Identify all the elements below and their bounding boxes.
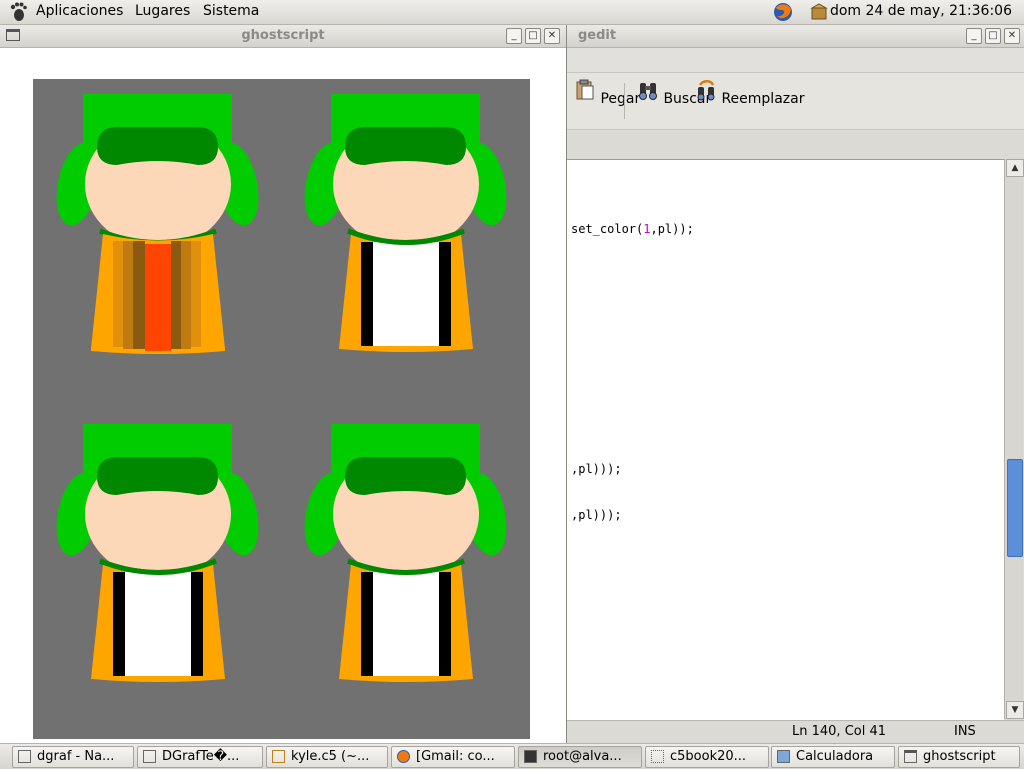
terminal-icon [524,750,537,763]
menu-aplicaciones[interactable]: Aplicaciones [36,3,123,19]
statusbar: Ln 140, Col 41 INS [566,720,1024,743]
package-update-icon[interactable] [810,3,828,21]
gedit-menubar [566,48,1024,73]
text-editor-icon [272,750,285,763]
taskbar-item-kyle-c5[interactable]: kyle.c5 (~... [266,746,388,768]
firefox-icon [397,750,410,763]
ghostscript-titlebar[interactable]: ghostscript _ □ ✕ [0,25,566,48]
toolbar-separator [624,83,625,119]
binoculars-icon [639,83,657,100]
kyle-drawing [33,79,530,682]
scroll-up-arrow-icon[interactable]: ▲ [1006,159,1024,177]
maximize-button[interactable]: □ [525,28,541,44]
maximize-button[interactable]: □ [985,28,1001,44]
insert-mode: INS [954,724,976,739]
gedit-window: gedit _ □ ✕ Pegar Buscar Reemplazar set_… [566,25,1024,743]
replace-button[interactable]: Reemplazar [695,79,804,107]
scroll-down-arrow-icon[interactable]: ▼ [1006,701,1024,719]
gedit-titlebar[interactable]: gedit _ □ ✕ [566,25,1024,48]
close-button[interactable]: ✕ [544,28,560,44]
taskbar-item-ghostscript[interactable]: ghostscript [898,746,1020,768]
taskbar-item-dgrafte[interactable]: DGrafTe�... [137,746,263,768]
document-tabbar [566,130,1024,158]
menu-lugares[interactable]: Lugares [135,3,190,19]
minimize-button[interactable]: _ [966,28,982,44]
kyle-figure-3 [50,424,266,682]
rendered-page [33,79,530,739]
gnome-foot-icon[interactable] [9,2,27,22]
vertical-scrollbar[interactable]: ▲ ▼ [1004,159,1024,719]
taskbar-item-terminal[interactable]: root@alva... [518,746,642,768]
kyle-figure-2 [298,94,514,352]
cursor-position: Ln 140, Col 41 [792,724,887,739]
find-replace-icon [697,80,715,101]
ghostscript-window: ghostscript _ □ ✕ [0,25,567,743]
taskbar-item-calculadora[interactable]: Calculadora [771,746,895,768]
document-icon [143,750,156,763]
taskbar-item-dgraf[interactable]: dgraf - Na... [12,746,134,768]
menu-sistema[interactable]: Sistema [203,3,259,19]
firefox-icon[interactable] [773,2,793,22]
kyle-figure-4 [298,424,514,682]
document-icon [651,750,664,763]
window-title: gedit [578,28,617,43]
code-line: ,pl))); [571,462,622,476]
taskbar-item-c5book[interactable]: c5book20... [645,746,769,768]
code-line: set_color(1,pl)); [571,222,694,236]
close-button[interactable]: ✕ [1004,28,1020,44]
scrollbar-thumb[interactable] [1007,459,1023,557]
taskbar-item-gmail[interactable]: [Gmail: co... [391,746,515,768]
calculator-icon [777,750,790,763]
clock[interactable]: dom 24 de may, 21:36:06 [830,3,1012,19]
top-panel: Aplicaciones Lugares Sistema dom 24 de m… [0,0,1024,25]
paste-button[interactable]: Pegar [574,79,640,107]
text-editor[interactable]: set_color(1,pl)); ,pl))); ,pl))); [566,159,1004,720]
window-title: ghostscript [241,28,325,43]
paste-label: Pegar [600,91,641,107]
kyle-figure-1 [50,94,266,354]
taskbar: dgraf - Na... DGrafTe�... kyle.c5 (~... … [0,743,1024,769]
code-line: ,pl))); [571,508,622,522]
paste-icon [576,79,594,100]
replace-label: Reemplazar [721,91,805,107]
gedit-toolbar: Pegar Buscar Reemplazar [566,73,1024,130]
window-icon [904,750,917,763]
text-document-icon [18,750,31,763]
minimize-button[interactable]: _ [506,28,522,44]
